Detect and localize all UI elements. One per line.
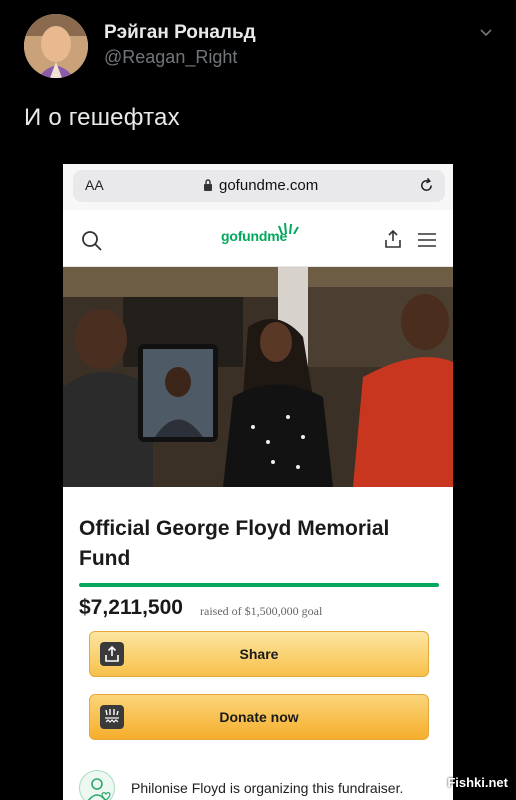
browser-address-bar: AA gofundme.com — [63, 164, 453, 210]
amount-raised: $7,211,500 — [79, 596, 183, 619]
donate-label: Donate now — [219, 709, 299, 725]
donate-button[interactable]: Donate now — [89, 694, 429, 740]
share-icon[interactable] — [383, 229, 403, 249]
author-avatar[interactable] — [24, 14, 88, 78]
chevron-down-icon[interactable] — [478, 24, 494, 40]
site-navbar: gofundme — [63, 210, 453, 267]
share-label: Share — [239, 646, 279, 662]
logo-sprout-icon — [278, 222, 299, 234]
attached-screenshot[interactable]: AA gofundme.com gofundme Official George… — [63, 164, 453, 800]
lock-icon — [204, 179, 212, 191]
fundraiser-photo — [63, 267, 453, 487]
watermark: Fishki.net — [447, 775, 508, 790]
tweet-text: И о гешефтах — [24, 104, 180, 131]
fundraiser-title: Official George Floyd Memorial Fund — [79, 517, 390, 570]
url-text[interactable]: gofundme.com — [219, 177, 318, 194]
author-name[interactable]: Рэйган Рональд — [104, 22, 256, 44]
reload-icon[interactable] — [418, 177, 435, 194]
goal-text: raised of $1,500,000 goal — [200, 604, 323, 618]
share-button[interactable]: Share — [89, 631, 429, 677]
progress-bar — [79, 583, 439, 587]
address-pill[interactable]: AA gofundme.com — [73, 170, 445, 202]
organizer-text: Philonise Floyd is organizing this fundr… — [131, 780, 404, 796]
organizer-row: Philonise Floyd is organizing this fundr… — [63, 754, 453, 800]
author-handle[interactable]: @Reagan_Right — [104, 47, 237, 68]
text-size-button[interactable]: AA — [85, 177, 104, 193]
organizer-icon — [79, 770, 115, 800]
search-icon[interactable] — [81, 230, 103, 252]
menu-icon[interactable] — [417, 232, 437, 248]
